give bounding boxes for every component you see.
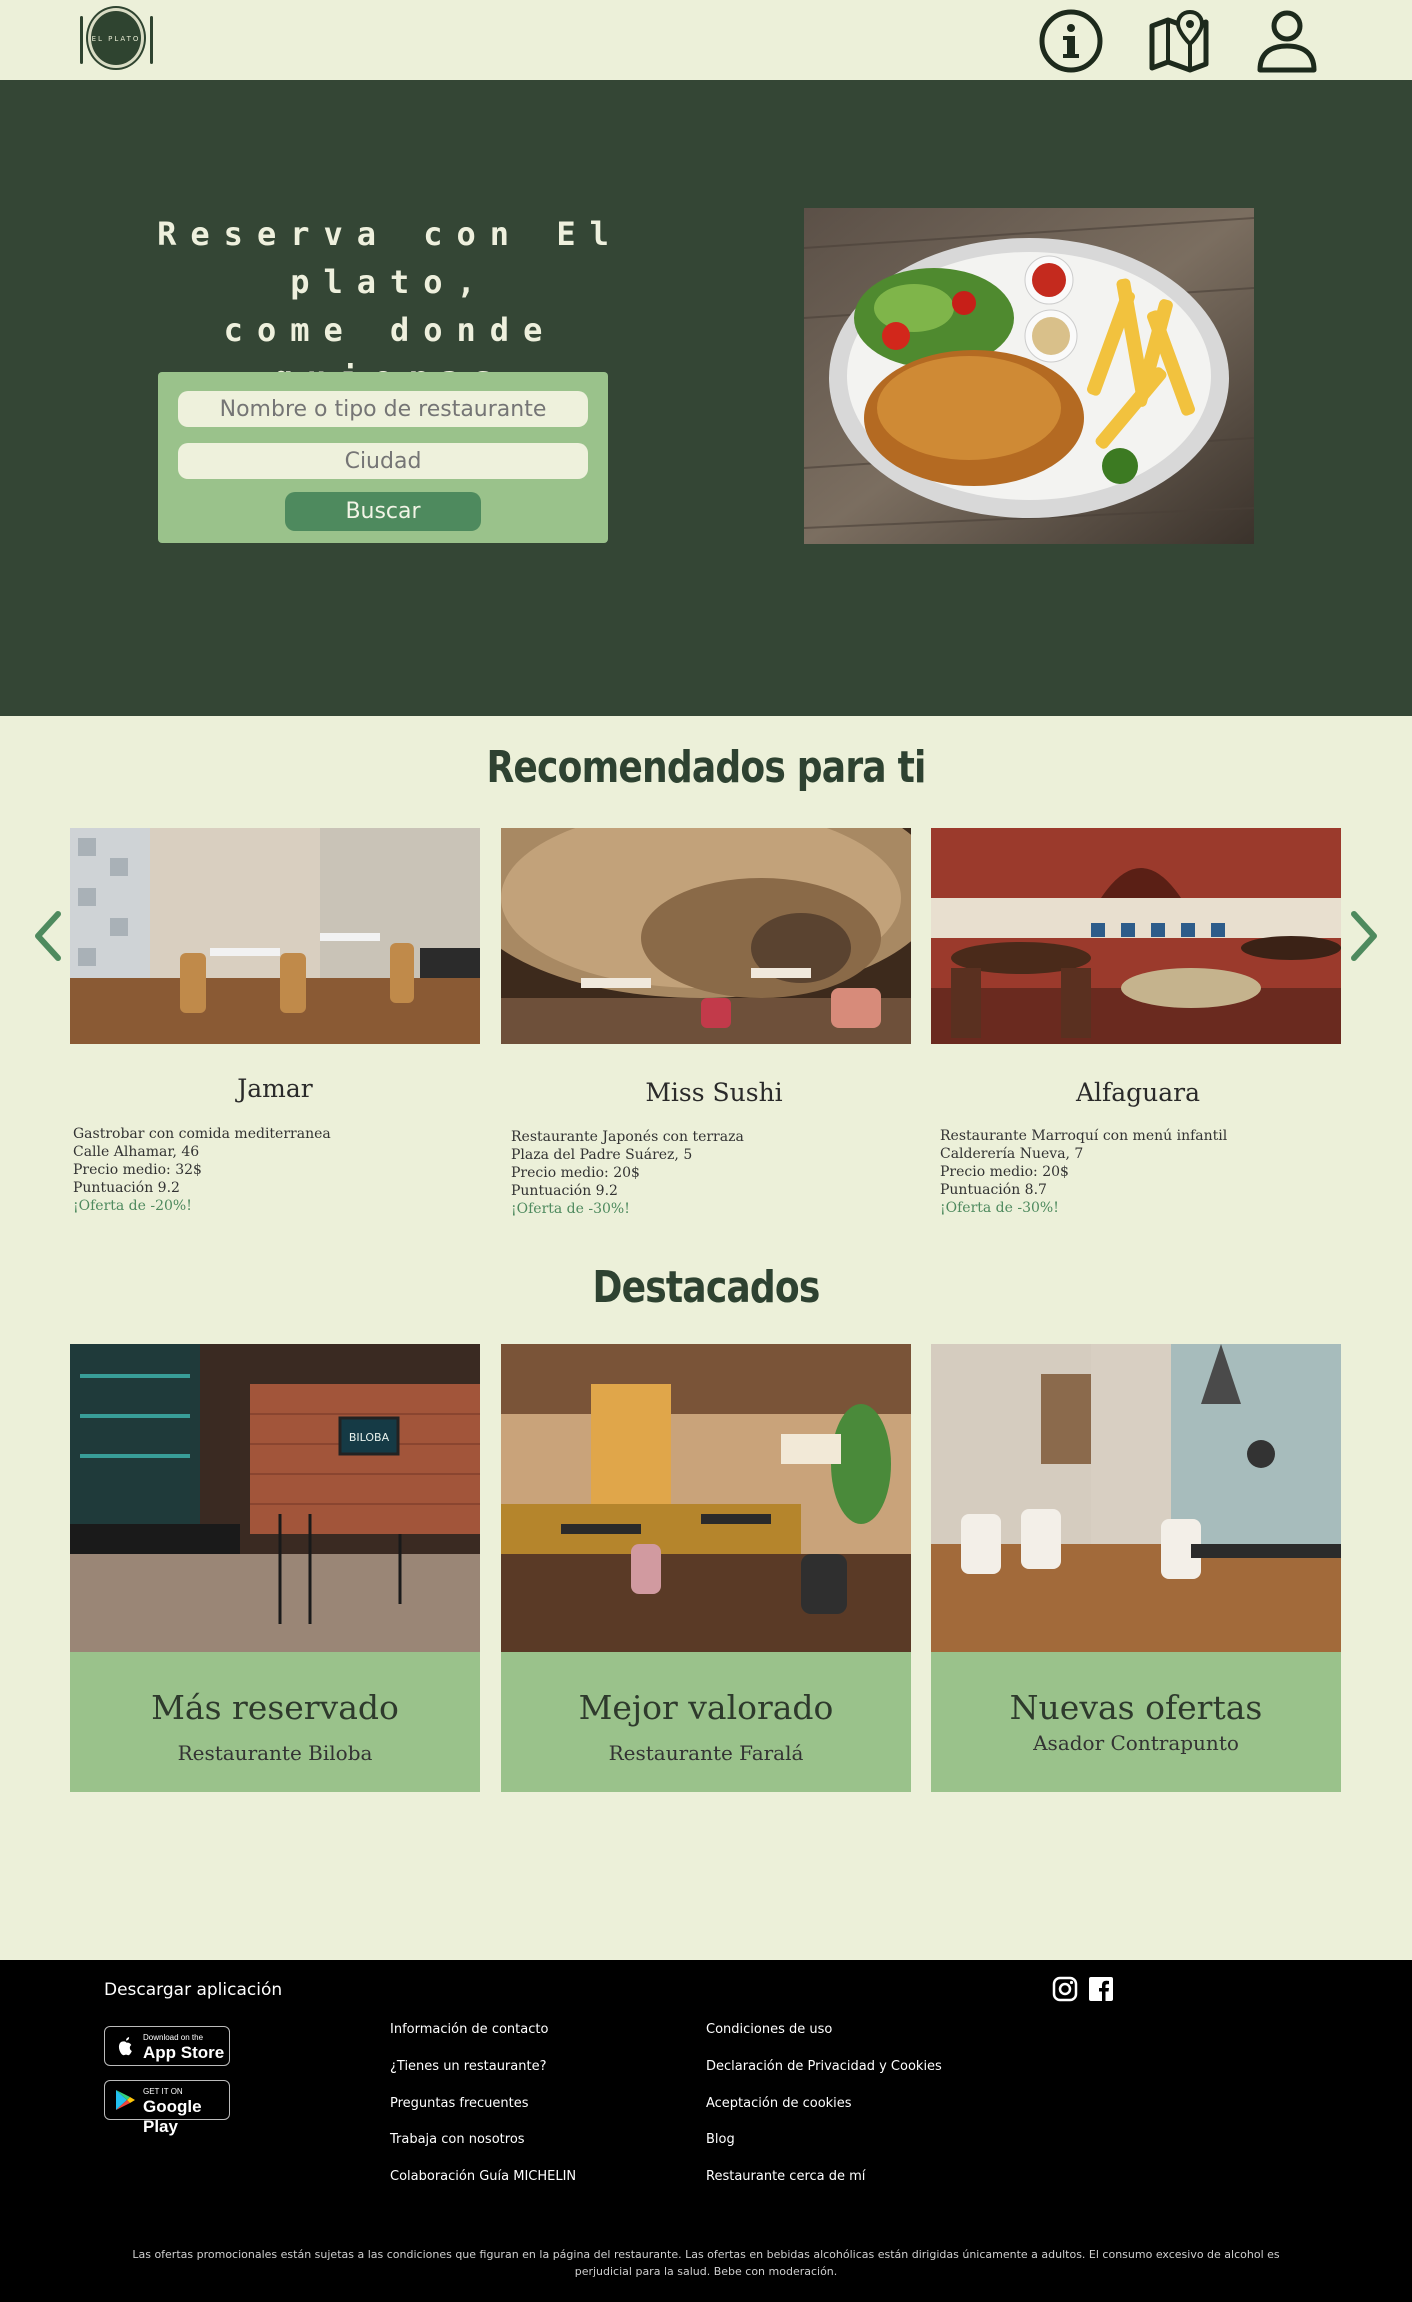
instagram-icon[interactable] [1052,1976,1078,2002]
user-icon[interactable] [1254,8,1320,74]
footer-link-contact[interactable]: Información de contacto [390,2022,548,2037]
google-play-large-text: Google Play [143,2097,202,2136]
search-button[interactable]: Buscar [285,492,481,531]
hero-food-image [804,208,1254,544]
search-panel: Buscar [158,372,608,543]
restaurant-info: Restaurante Marroquí con menú infantil C… [940,1127,1227,1217]
info-icon[interactable] [1038,8,1104,74]
fork-icon [80,16,83,64]
tv-sign-text: BILOBA [349,1431,390,1444]
restaurant-search-input[interactable] [178,391,588,427]
featured-title: Destacados [592,1262,820,1313]
google-play-small-text: GET IT ON [143,2087,183,2096]
apple-icon [118,2037,132,2056]
featured-image-farala[interactable] [501,1344,911,1652]
featured-image-contrapunto[interactable] [931,1344,1341,1652]
logo-text: EL PLATO [91,35,141,43]
app-store-large-text: App Store [143,2043,225,2062]
restaurant-price: Precio medio: 20$ [940,1164,1069,1180]
featured-card-new-offers[interactable]: Nuevas ofertas Asador Contrapunto [931,1652,1341,1792]
restaurant-name[interactable]: Alfaguara [933,1078,1343,1107]
footer-link-own-restaurant[interactable]: ¿Tienes un restaurante? [390,2059,546,2074]
restaurant-image-alfaguara[interactable] [931,828,1341,1044]
restaurant-address: Plaza del Padre Suárez, 5 [511,1147,693,1163]
restaurant-name[interactable]: Miss Sushi [509,1078,919,1107]
footer: Descargar aplicación Download on the App… [0,1960,1412,2302]
restaurant-rating: Puntuación 9.2 [73,1180,180,1196]
hero-section: Reserva con El plato, come donde quieras… [0,80,1412,716]
hero-title-line1: Reserva con El plato, [157,215,623,301]
google-play-icon [116,2090,135,2110]
legal-line: perjudicial para la salud. Bebe con mode… [574,2265,838,2278]
footer-link-faq[interactable]: Preguntas frecuentes [390,2096,529,2111]
carousel-next-arrow-icon[interactable] [1344,906,1384,966]
restaurant-info: Gastrobar con comida mediterranea Calle … [73,1125,331,1215]
top-navbar: EL PLATO [0,0,1412,80]
restaurant-name[interactable]: Jamar [70,1074,480,1103]
featured-card-title: Mejor valorado [578,1688,834,1727]
restaurant-price: Precio medio: 20$ [511,1165,640,1181]
featured-card-most-booked[interactable]: Más reservado Restaurante Biloba [70,1652,480,1792]
legal-line: Las ofertas promocionales están sujetas … [132,2248,1280,2261]
footer-link-privacy[interactable]: Declaración de Privacidad y Cookies [706,2059,942,2074]
logo[interactable]: EL PLATO [78,8,153,70]
google-play-button[interactable]: GET IT ON Google Play [104,2080,230,2136]
restaurant-offer: ¡Oferta de -30%! [511,1201,630,1217]
restaurant-rating: Puntuación 9.2 [511,1183,618,1199]
restaurant-description: Restaurante Marroquí con menú infantil [940,1128,1228,1144]
map-icon[interactable] [1146,8,1212,74]
plate-icon: EL PLATO [88,8,144,68]
restaurant-image-miss-sushi[interactable] [501,828,911,1044]
featured-card-subtitle: Asador Contrapunto [1033,1731,1239,1755]
featured-card-best-rated[interactable]: Mejor valorado Restaurante Faralá [501,1652,911,1792]
facebook-icon[interactable] [1088,1976,1114,2002]
featured-card-title: Más reservado [151,1688,399,1727]
restaurant-price: Precio medio: 32$ [73,1162,202,1178]
featured-card-title: Nuevas ofertas [1009,1688,1263,1727]
recommended-title: Recomendados para ti [486,742,926,793]
featured-card-subtitle: Restaurante Biloba [177,1741,373,1765]
footer-link-cookies[interactable]: Aceptación de cookies [706,2096,852,2111]
knife-icon [150,16,153,64]
footer-link-michelin[interactable]: Colaboración Guía MICHELIN [390,2169,576,2184]
restaurant-offer: ¡Oferta de -30%! [940,1200,1059,1216]
footer-link-nearby[interactable]: Restaurante cerca de mí [706,2169,865,2184]
restaurant-description: Gastrobar con comida mediterranea [73,1126,331,1142]
app-store-small-text: Download on the [143,2033,204,2042]
legal-disclaimer: Las ofertas promocionales están sujetas … [110,2246,1302,2280]
restaurant-rating: Puntuación 8.7 [940,1182,1047,1198]
footer-link-careers[interactable]: Trabaja con nosotros [390,2132,525,2147]
restaurant-image-jamar[interactable] [70,828,480,1044]
restaurant-description: Restaurante Japonés con terraza [511,1129,744,1145]
restaurant-address: Calle Alhamar, 46 [73,1144,200,1160]
restaurant-offer: ¡Oferta de -20%! [73,1198,192,1214]
carousel-prev-arrow-icon[interactable] [28,906,68,966]
footer-link-terms[interactable]: Condiciones de uso [706,2022,832,2037]
city-search-input[interactable] [178,443,588,479]
footer-link-blog[interactable]: Blog [706,2132,735,2147]
restaurant-info: Restaurante Japonés con terraza Plaza de… [511,1128,744,1218]
featured-card-subtitle: Restaurante Faralá [608,1741,804,1765]
featured-image-biloba[interactable]: BILOBA [70,1344,480,1652]
restaurant-address: Calderería Nueva, 7 [940,1146,1084,1162]
download-app-title: Descargar aplicación [104,1980,283,2000]
app-store-button[interactable]: Download on the App Store [104,2026,230,2066]
